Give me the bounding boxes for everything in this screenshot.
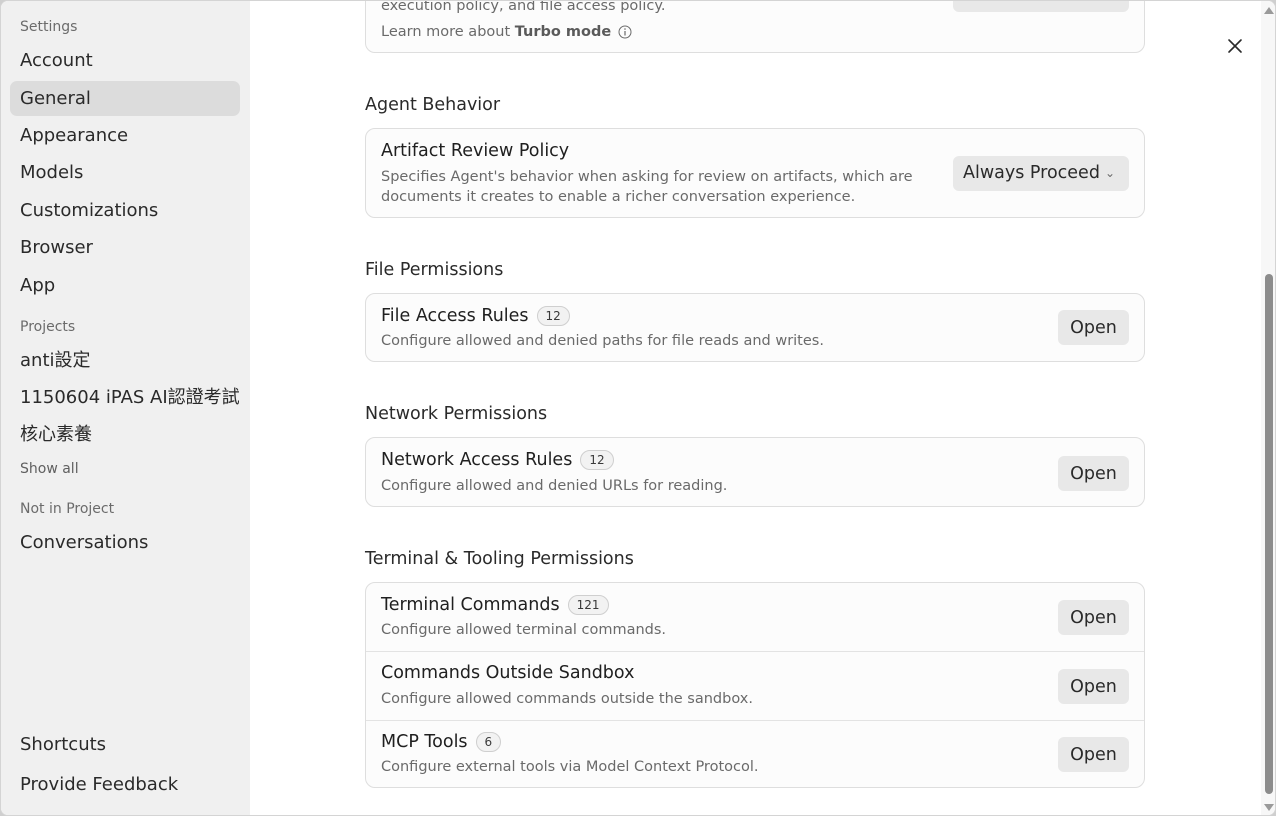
artifact-review-value: Always Proceed — [963, 163, 1100, 183]
scroll-thumb[interactable] — [1265, 274, 1273, 794]
sidebar-section-not-in-project: Not in Project — [20, 501, 115, 517]
section-agent-behavior: Agent Behavior — [365, 95, 501, 115]
turbo-mode-select[interactable] — [953, 1, 1129, 12]
sidebar-project-item[interactable]: 核心素養 — [10, 417, 240, 452]
info-icon[interactable] — [618, 25, 632, 39]
scroll-down-icon[interactable] — [1264, 804, 1274, 811]
commands-outside-sandbox-open-button[interactable]: Open — [1058, 669, 1129, 704]
terminal-commands-title: Terminal Commands — [381, 595, 560, 615]
file-access-rules-title: File Access Rules — [381, 306, 529, 326]
sidebar-item-browser[interactable]: Browser — [10, 230, 240, 265]
turbo-card-desc: execution policy, and file access policy… — [381, 0, 666, 14]
sidebar-item-general[interactable]: General — [10, 81, 240, 116]
section-network-permissions: Network Permissions — [365, 404, 548, 424]
artifact-review-desc-line2: documents it creates to enable a richer … — [381, 189, 856, 205]
sidebar-item-account[interactable]: Account — [10, 43, 240, 78]
count-badge: 6 — [475, 732, 502, 752]
network-access-rules-title: Network Access Rules — [381, 450, 573, 470]
mcp-tools-title: MCP Tools — [381, 732, 468, 752]
mcp-tools-row: MCP Tools 6 Configure external tools via… — [366, 721, 1144, 789]
sidebar-item-feedback[interactable]: Provide Feedback — [10, 767, 240, 802]
turbo-mode-link[interactable]: Turbo mode — [515, 22, 611, 42]
file-access-rules-row: File Access Rules 12 — [381, 306, 570, 326]
artifact-review-title: Artifact Review Policy — [381, 141, 570, 161]
sidebar-item-app[interactable]: App — [10, 268, 240, 303]
close-icon — [1228, 39, 1242, 53]
sidebar: Settings Account General Appearance Mode… — [1, 1, 250, 815]
sidebar-project-item[interactable]: anti設定 — [10, 343, 240, 378]
commands-outside-sandbox-desc: Configure allowed commands outside the s… — [381, 691, 753, 707]
chevron-down-icon: ⌄ — [1104, 166, 1115, 180]
network-access-rules-desc: Configure allowed and denied URLs for re… — [381, 478, 728, 494]
count-badge: 12 — [580, 450, 614, 470]
commands-outside-sandbox-title: Commands Outside Sandbox — [381, 663, 635, 683]
network-access-rules-row: Network Access Rules 12 — [381, 450, 614, 470]
section-file-permissions: File Permissions — [365, 260, 504, 280]
settings-window: Settings Account General Appearance Mode… — [0, 0, 1276, 816]
mcp-tools-title-wrap: MCP Tools 6 — [381, 732, 502, 752]
count-badge: 12 — [536, 306, 570, 326]
sidebar-item-conversations[interactable]: Conversations — [10, 525, 240, 560]
file-permissions-card: File Access Rules 12 Configure allowed a… — [365, 293, 1145, 362]
mcp-tools-desc: Configure external tools via Model Conte… — [381, 759, 759, 775]
scrollbar[interactable] — [1261, 1, 1275, 815]
artifact-review-desc-line1: Specifies Agent's behavior when asking f… — [381, 169, 913, 185]
learn-more-prefix: Learn more about — [381, 24, 515, 40]
artifact-review-select[interactable]: Always Proceed ⌄ — [953, 156, 1129, 191]
sidebar-section-settings: Settings — [20, 19, 78, 35]
file-access-rules-desc: Configure allowed and denied paths for f… — [381, 333, 824, 349]
section-terminal-tooling: Terminal & Tooling Permissions — [365, 549, 634, 569]
learn-more-text: Learn more about Turbo mode — [381, 22, 632, 42]
sidebar-project-item[interactable]: 1150604 iPAS AI認證考試 — [10, 380, 240, 415]
file-access-open-button[interactable]: Open — [1058, 310, 1129, 345]
close-button[interactable] — [1223, 34, 1247, 58]
network-access-open-button[interactable]: Open — [1058, 456, 1129, 491]
turbo-mode-card: execution policy, and file access policy… — [365, 0, 1145, 53]
sidebar-section-projects: Projects — [20, 319, 76, 335]
agent-behavior-card: Artifact Review Policy Specifies Agent's… — [365, 128, 1145, 218]
terminal-commands-desc: Configure allowed terminal commands. — [381, 622, 667, 638]
show-all-link[interactable]: Show all — [20, 461, 79, 477]
terminal-commands-open-button[interactable]: Open — [1058, 600, 1129, 635]
mcp-tools-open-button[interactable]: Open — [1058, 737, 1129, 772]
terminal-commands-row: Terminal Commands 121 Configure allowed … — [366, 583, 1144, 651]
terminal-tooling-card: Terminal Commands 121 Configure allowed … — [365, 582, 1145, 788]
network-permissions-card: Network Access Rules 12 Configure allowe… — [365, 437, 1145, 507]
sidebar-item-shortcuts[interactable]: Shortcuts — [10, 727, 240, 762]
sidebar-item-customizations[interactable]: Customizations — [10, 193, 240, 228]
count-badge: 121 — [567, 595, 609, 615]
terminal-commands-title-wrap: Terminal Commands 121 — [381, 595, 609, 615]
sidebar-item-appearance[interactable]: Appearance — [10, 118, 240, 153]
scroll-up-icon[interactable] — [1264, 7, 1274, 14]
commands-outside-sandbox-row: Commands Outside Sandbox Configure allow… — [366, 652, 1144, 720]
sidebar-item-models[interactable]: Models — [10, 155, 240, 190]
